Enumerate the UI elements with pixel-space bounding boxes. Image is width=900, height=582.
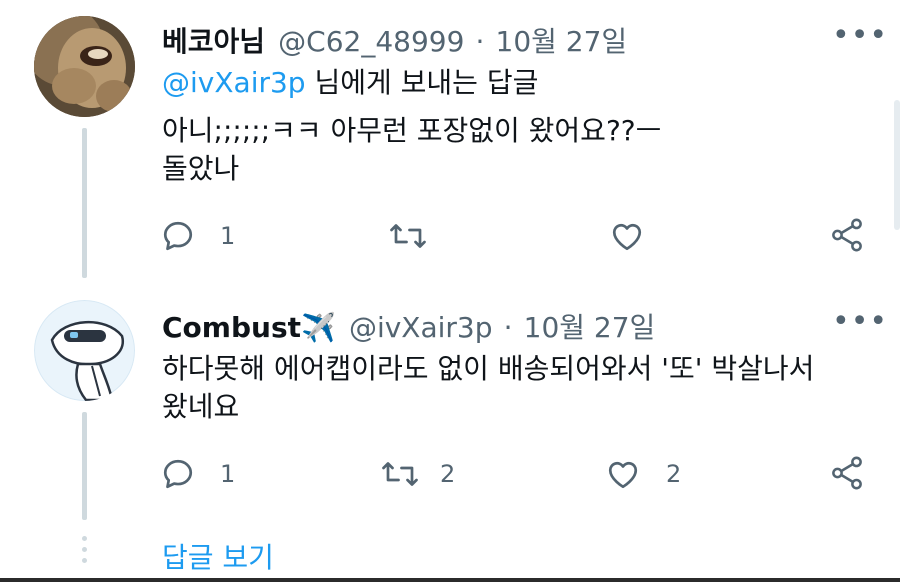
avatar-combust[interactable] xyxy=(34,300,135,401)
timestamp[interactable]: 10월 27일 xyxy=(496,25,628,58)
show-replies-link[interactable]: 답글 보기 xyxy=(162,536,274,576)
tweet-text-line: 돌았나 xyxy=(162,152,240,185)
display-name[interactable]: 베코아님 xyxy=(162,25,265,58)
display-name[interactable]: Combust✈️ xyxy=(162,311,336,344)
tweet-text: 하다못해 에어캡이라도 없이 배송되어와서 '또' 박살나서 왔네요 xyxy=(162,350,814,426)
retweet-icon[interactable] xyxy=(380,456,420,492)
share-icon[interactable] xyxy=(828,216,866,254)
separator: · xyxy=(475,25,485,58)
replying-to: @ivXair3p 님에게 보내는 답글 xyxy=(162,64,538,102)
handle[interactable]: @ivXair3p xyxy=(349,311,493,344)
handle[interactable]: @C62_48999 xyxy=(278,25,464,58)
more-icon[interactable]: ••• xyxy=(832,18,888,53)
timestamp[interactable]: 10월 27일 xyxy=(524,311,656,344)
replying-to-suffix: 님에게 보내는 답글 xyxy=(305,66,539,99)
avatar-lion[interactable] xyxy=(34,16,135,117)
tweet-1-header: 베코아님 @C62_48999 · 10월 27일 xyxy=(162,20,627,60)
thread-line xyxy=(82,128,87,278)
retweet-count: 2 xyxy=(440,460,456,488)
like-count: 2 xyxy=(666,460,682,488)
tweet-text-line: 아니;;;;;;ㅋㅋ 아무런 포장없이 왔어요??ㅡ xyxy=(162,114,662,147)
mention-link[interactable]: @ivXair3p xyxy=(162,66,306,99)
tweet-text-line: 하다못해 에어캡이라도 없이 배송되어와서 '또' 박살나서 xyxy=(162,352,815,385)
share-icon[interactable] xyxy=(828,454,866,492)
tweet-text-line: 왔네요 xyxy=(162,390,240,423)
reply-icon[interactable] xyxy=(160,218,196,254)
like-icon[interactable] xyxy=(604,456,642,492)
tweet-2-header: Combust✈️ @ivXair3p · 10월 27일 xyxy=(162,306,655,346)
tweet-text: 아니;;;;;;ㅋㅋ 아무런 포장없이 왔어요??ㅡ 돌았나 xyxy=(162,112,661,188)
thread-line xyxy=(82,412,87,520)
more-icon[interactable]: ••• xyxy=(832,304,888,339)
reply-icon[interactable] xyxy=(160,456,196,492)
scrollbar[interactable] xyxy=(894,100,900,230)
reply-count: 1 xyxy=(220,222,236,250)
retweet-icon[interactable] xyxy=(388,218,428,254)
thread-dots xyxy=(82,536,87,563)
like-icon[interactable] xyxy=(608,218,646,254)
reply-count: 1 xyxy=(220,460,236,488)
separator: · xyxy=(503,311,513,344)
bottom-divider xyxy=(0,578,900,582)
